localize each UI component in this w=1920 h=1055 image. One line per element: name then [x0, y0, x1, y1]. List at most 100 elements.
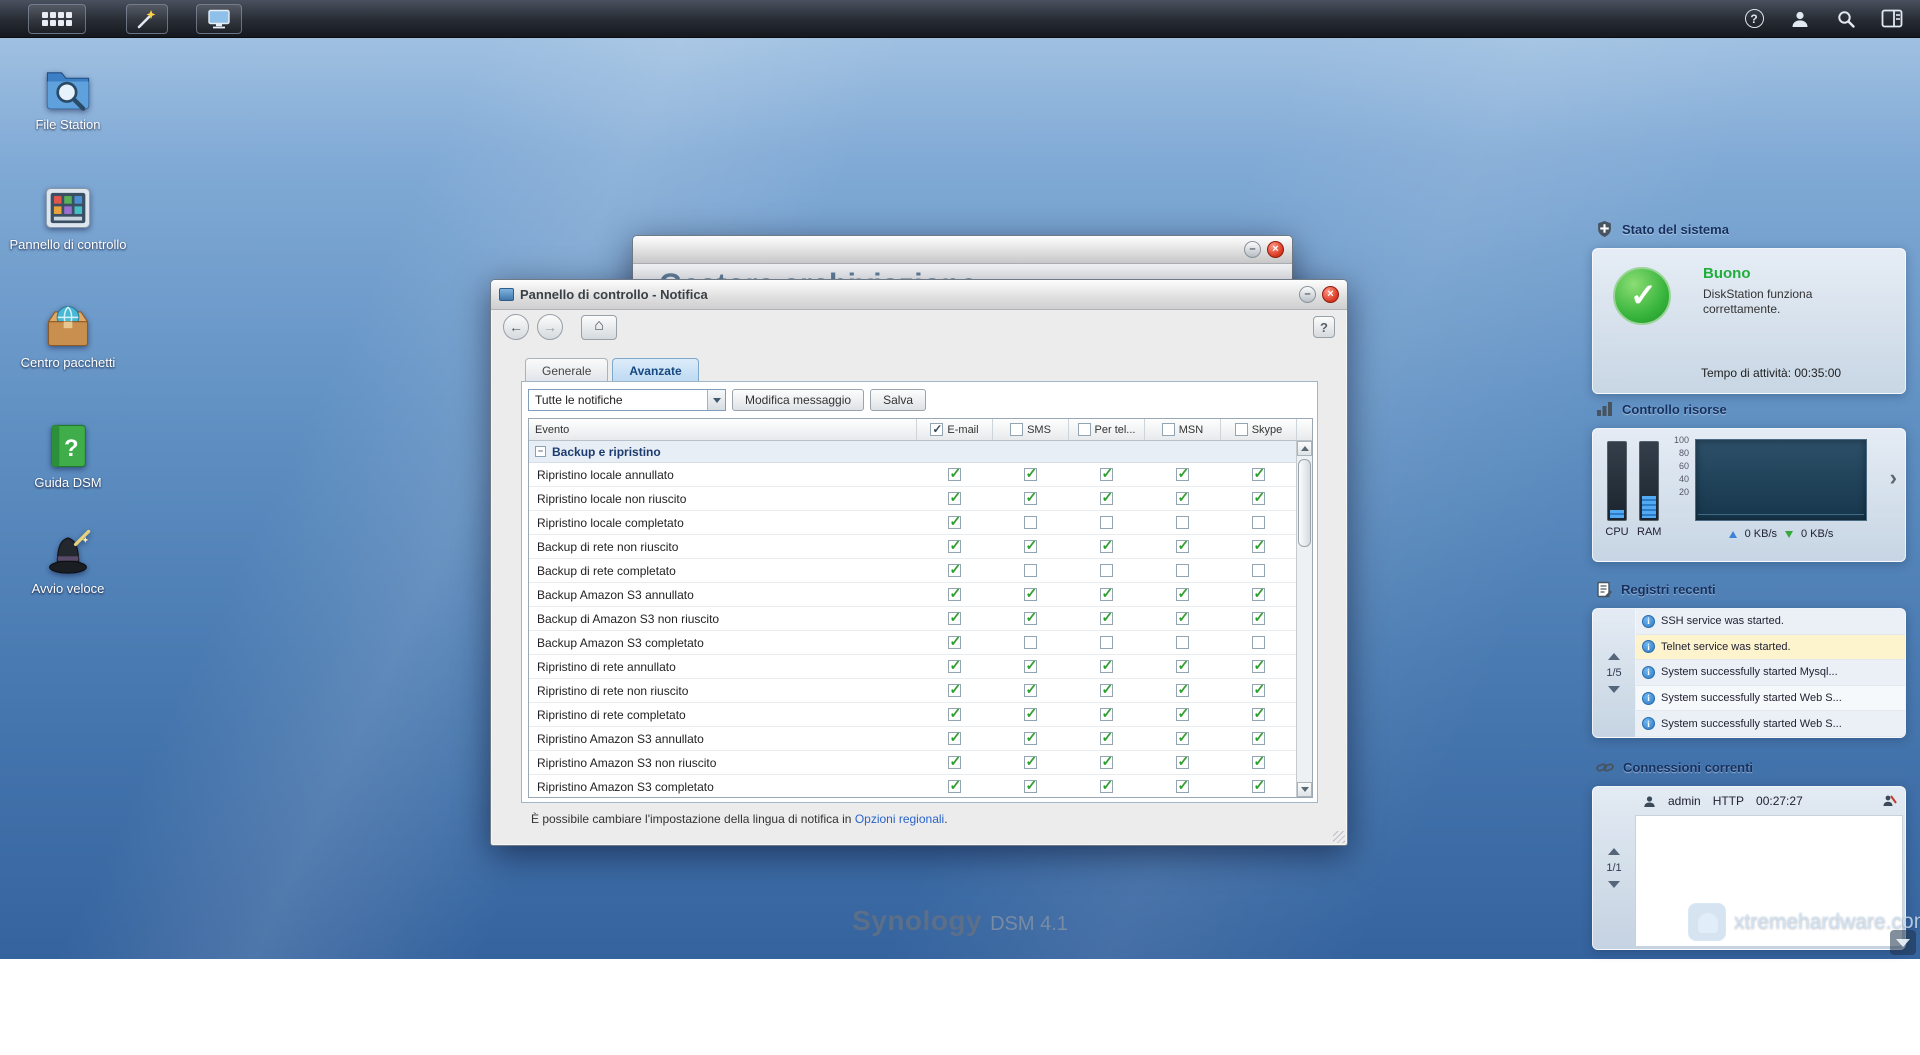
back-button[interactable] [503, 314, 529, 340]
help-button[interactable] [1742, 7, 1766, 31]
search-button[interactable] [1834, 7, 1858, 31]
email-checkbox[interactable] [948, 780, 961, 793]
main-menu-button[interactable] [28, 4, 86, 34]
tab-generale[interactable]: Generale [525, 358, 608, 382]
table-row[interactable]: Backup Amazon S3 annullato [529, 583, 1296, 607]
notification-filter-select[interactable]: Tutte le notifiche [528, 389, 726, 411]
table-row[interactable]: Backup di rete non riuscito [529, 535, 1296, 559]
user-button[interactable] [1788, 7, 1812, 31]
msn-checkbox[interactable] [1176, 612, 1189, 625]
desktop-icon-package-center[interactable]: Centro pacchetti [8, 300, 128, 371]
column-checkbox[interactable] [1078, 423, 1091, 436]
log-entry[interactable]: System successfully started Web S... [1636, 686, 1905, 712]
phone-checkbox[interactable] [1100, 660, 1113, 673]
skype-checkbox[interactable] [1252, 468, 1265, 481]
email-checkbox[interactable] [948, 756, 961, 769]
edit-message-button[interactable]: Modifica messaggio [732, 389, 864, 411]
msn-checkbox[interactable] [1176, 588, 1189, 601]
sms-checkbox[interactable] [1024, 708, 1037, 721]
skype-checkbox[interactable] [1252, 732, 1265, 745]
desktop-icon-dsm-help[interactable]: ? Guida DSM [8, 420, 128, 491]
sms-checkbox[interactable] [1024, 732, 1037, 745]
log-entry[interactable]: System successfully started Web S... [1636, 711, 1905, 737]
minimize-button[interactable] [1299, 286, 1316, 303]
phone-checkbox[interactable] [1100, 612, 1113, 625]
channel-column-header[interactable]: SMS [993, 419, 1069, 440]
phone-checkbox[interactable] [1100, 492, 1113, 505]
close-button[interactable] [1322, 286, 1339, 303]
scroll-up-button[interactable] [1297, 441, 1312, 456]
msn-checkbox[interactable] [1176, 468, 1189, 481]
scroll-down-button[interactable] [1297, 782, 1312, 797]
save-button[interactable]: Salva [870, 389, 926, 411]
forward-button[interactable] [537, 314, 563, 340]
phone-checkbox[interactable] [1100, 540, 1113, 553]
table-row[interactable]: Ripristino di rete annullato [529, 655, 1296, 679]
expand-resources-button[interactable] [1890, 465, 1897, 491]
skype-checkbox[interactable] [1252, 588, 1265, 601]
collapse-icon[interactable] [535, 446, 546, 457]
table-row[interactable]: Ripristino di rete completato [529, 703, 1296, 727]
table-row[interactable]: Ripristino locale completato [529, 511, 1296, 535]
table-row[interactable]: Ripristino di rete non riuscito [529, 679, 1296, 703]
close-button[interactable] [1267, 241, 1284, 258]
email-checkbox[interactable] [948, 636, 961, 649]
phone-checkbox[interactable] [1100, 780, 1113, 793]
sms-checkbox[interactable] [1024, 468, 1037, 481]
skype-checkbox[interactable] [1252, 636, 1265, 649]
channel-column-header[interactable]: Skype [1221, 419, 1297, 440]
skype-checkbox[interactable] [1252, 540, 1265, 553]
sms-checkbox[interactable] [1024, 516, 1037, 529]
phone-checkbox[interactable] [1100, 516, 1113, 529]
skype-checkbox[interactable] [1252, 612, 1265, 625]
phone-checkbox[interactable] [1100, 588, 1113, 601]
skype-checkbox[interactable] [1252, 780, 1265, 793]
storage-manager-titlebar[interactable] [633, 236, 1292, 264]
log-entry[interactable]: System successfully started Mysql... [1636, 660, 1905, 686]
table-row[interactable]: Backup di rete completato [529, 559, 1296, 583]
column-checkbox[interactable] [1162, 423, 1175, 436]
notification-titlebar[interactable]: Pannello di controllo - Notifica [491, 280, 1347, 310]
desktop-icon-file-station[interactable]: File Station [8, 62, 128, 133]
page-up-icon[interactable] [1608, 653, 1620, 660]
column-checkbox[interactable] [930, 423, 943, 436]
sms-checkbox[interactable] [1024, 780, 1037, 793]
sms-checkbox[interactable] [1024, 756, 1037, 769]
msn-checkbox[interactable] [1176, 516, 1189, 529]
email-checkbox[interactable] [948, 564, 961, 577]
email-checkbox[interactable] [948, 684, 961, 697]
table-row[interactable]: Backup Amazon S3 completato [529, 631, 1296, 655]
group-row[interactable]: Backup e ripristino [529, 441, 1296, 463]
minimize-button[interactable] [1244, 241, 1261, 258]
email-checkbox[interactable] [948, 588, 961, 601]
email-checkbox[interactable] [948, 660, 961, 673]
sms-checkbox[interactable] [1024, 684, 1037, 697]
msn-checkbox[interactable] [1176, 780, 1189, 793]
sms-checkbox[interactable] [1024, 660, 1037, 673]
table-row[interactable]: Backup di Amazon S3 non riuscito [529, 607, 1296, 631]
phone-checkbox[interactable] [1100, 564, 1113, 577]
tab-avanzate[interactable]: Avanzate [612, 358, 698, 382]
table-row[interactable]: Ripristino Amazon S3 completato [529, 775, 1296, 797]
table-scrollbar[interactable] [1296, 441, 1312, 797]
skype-checkbox[interactable] [1252, 756, 1265, 769]
scrollbar-thumb[interactable] [1298, 459, 1311, 547]
regional-options-link[interactable]: Opzioni regionali [855, 812, 944, 826]
skype-checkbox[interactable] [1252, 492, 1265, 505]
connection-row[interactable]: admin HTTP 00:27:27 [1635, 787, 1905, 815]
skype-checkbox[interactable] [1252, 660, 1265, 673]
msn-checkbox[interactable] [1176, 540, 1189, 553]
channel-column-header[interactable]: E-mail [917, 419, 993, 440]
table-row[interactable]: Ripristino Amazon S3 annullato [529, 727, 1296, 751]
msn-checkbox[interactable] [1176, 492, 1189, 505]
email-checkbox[interactable] [948, 708, 961, 721]
skype-checkbox[interactable] [1252, 516, 1265, 529]
table-row[interactable]: Ripristino locale non riuscito [529, 487, 1296, 511]
msn-checkbox[interactable] [1176, 636, 1189, 649]
skype-checkbox[interactable] [1252, 684, 1265, 697]
home-button[interactable] [581, 315, 617, 340]
email-checkbox[interactable] [948, 612, 961, 625]
msn-checkbox[interactable] [1176, 660, 1189, 673]
email-checkbox[interactable] [948, 732, 961, 745]
column-checkbox[interactable] [1010, 423, 1023, 436]
